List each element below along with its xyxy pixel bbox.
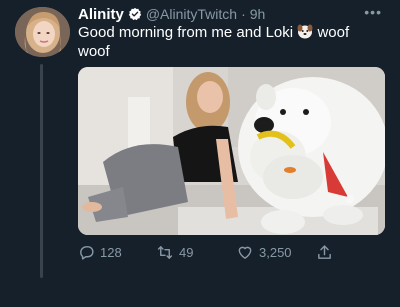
- retweet-count: 49: [179, 245, 194, 260]
- heart-icon: [238, 246, 252, 259]
- verified-badge-icon: [128, 7, 142, 21]
- tweet-text-part-1: Good morning from me and Loki: [78, 24, 298, 41]
- like-count: 3,250: [259, 245, 292, 260]
- reply-icon: [80, 246, 94, 260]
- handle[interactable]: @AlinityTwitch: [146, 6, 237, 22]
- retweet-button[interactable]: 49: [156, 244, 193, 261]
- photo-image: [78, 67, 385, 235]
- tweet-actions: 128 49 3,250: [78, 244, 348, 264]
- tweet-photo[interactable]: [78, 67, 385, 235]
- share-icon: [318, 245, 331, 259]
- share-button[interactable]: [316, 244, 333, 261]
- display-name[interactable]: Alinity: [78, 6, 124, 23]
- tweet-header: Alinity @AlinityTwitch · 9h: [78, 4, 265, 24]
- tweet[interactable]: Alinity @AlinityTwitch · 9h ••• Good mor…: [0, 0, 400, 307]
- like-button[interactable]: 3,250: [236, 244, 292, 261]
- retweet-icon: [157, 246, 173, 259]
- reply-button[interactable]: 128: [78, 244, 122, 261]
- timestamp[interactable]: 9h: [250, 6, 266, 22]
- thread-line: [40, 64, 43, 278]
- dog-face-icon: [297, 24, 313, 39]
- more-options-icon[interactable]: •••: [364, 4, 382, 20]
- avatar[interactable]: [15, 7, 70, 57]
- reply-count: 128: [100, 245, 122, 260]
- separator: ·: [241, 6, 246, 22]
- tweet-text: Good morning from me and Loki woof woof: [78, 23, 383, 61]
